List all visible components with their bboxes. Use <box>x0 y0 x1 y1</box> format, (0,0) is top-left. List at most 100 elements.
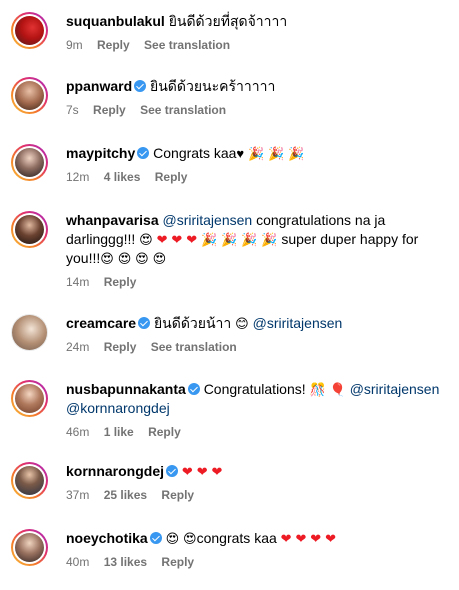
comment-text: suquanbulakul ยินดีด้วยที่สุดจ้าาาา <box>66 12 445 31</box>
red-heart-icon: ❤ <box>156 232 168 247</box>
mention-link[interactable]: @sriritajensen <box>350 381 440 397</box>
avatar[interactable] <box>11 314 48 351</box>
heart-eyes-icon: 😍 <box>100 251 114 266</box>
reply-button[interactable]: Reply <box>148 425 181 439</box>
likes-count[interactable]: 1 like <box>104 425 134 439</box>
timestamp: 9m <box>66 38 83 52</box>
party-popper-icon: 🎉 <box>241 232 258 247</box>
timestamp: 46m <box>66 425 90 439</box>
comment-meta: 7s Reply See translation <box>66 102 445 118</box>
verified-badge-icon <box>187 383 200 395</box>
avatar[interactable] <box>11 211 48 248</box>
timestamp: 12m <box>66 170 90 184</box>
username[interactable]: suquanbulakul <box>66 13 165 29</box>
avatar[interactable] <box>11 77 48 114</box>
reply-button[interactable]: Reply <box>93 103 126 117</box>
comment-body: Congratulations! <box>203 381 306 397</box>
username[interactable]: ppanward <box>66 78 132 94</box>
reply-button[interactable]: Reply <box>161 555 194 569</box>
heart-eyes-icon: 😍 <box>135 251 149 266</box>
comment-text: kornnarongdej ❤ ❤ ❤ <box>66 462 445 481</box>
comment-body: ยินดีด้วยน้าา <box>153 315 232 331</box>
red-heart-icon: ❤ <box>171 232 183 247</box>
verified-badge-icon <box>149 532 162 544</box>
party-popper-icon: 🎉 <box>268 146 285 161</box>
mention-link[interactable]: @sriritajensen <box>253 315 343 331</box>
username[interactable]: nusbapunnakanta <box>66 381 186 397</box>
heart-eyes-icon: 😍 <box>152 251 167 266</box>
likes-count[interactable]: 4 likes <box>104 170 141 184</box>
comment-body: congrats kaa <box>196 530 277 546</box>
verified-badge-icon <box>166 465 179 477</box>
timestamp: 40m <box>66 555 90 569</box>
comment-text: noeychotika 😍 😍congrats kaa ❤ ❤ ❤ ❤ <box>66 529 445 548</box>
see-translation-button[interactable]: See translation <box>144 38 230 52</box>
heart-eyes-icon: 😍 <box>117 251 132 266</box>
timestamp: 37m <box>66 488 90 502</box>
timestamp: 14m <box>66 275 90 289</box>
smiling-face-icon: 😊 <box>235 316 249 331</box>
see-translation-button[interactable]: See translation <box>140 103 226 117</box>
reply-button[interactable]: Reply <box>104 275 137 289</box>
comment-meta: 46m 1 like Reply <box>66 424 445 440</box>
heart-eyes-icon: 😍 <box>139 232 153 247</box>
avatar[interactable] <box>11 529 48 566</box>
comment-meta: 9m Reply See translation <box>66 37 445 53</box>
avatar[interactable] <box>11 462 48 499</box>
red-heart-icon: ❤ <box>181 464 193 479</box>
avatar[interactable] <box>11 380 48 417</box>
username[interactable]: whanpavarisa <box>66 212 159 228</box>
avatar[interactable] <box>11 12 48 49</box>
comment-text: whanpavarisa @sriritajensen congratulati… <box>66 211 445 268</box>
red-heart-icon: ❤ <box>310 531 322 546</box>
comment-meta: 37m 25 likes Reply <box>66 487 445 503</box>
likes-count[interactable]: 13 likes <box>104 555 147 569</box>
comment-list: suquanbulakul ยินดีด้วยที่สุดจ้าาาา 9m R… <box>0 0 459 590</box>
username[interactable]: kornnarongdej <box>66 463 164 479</box>
party-popper-icon: 🎉 <box>261 232 278 247</box>
comment-text: nusbapunnakanta Congratulations! 🎊 🎈 @sr… <box>66 380 445 418</box>
likes-count[interactable]: 25 likes <box>104 488 147 502</box>
red-heart-icon: ❤ <box>295 531 307 546</box>
party-popper-icon: 🎉 <box>201 232 218 247</box>
username[interactable]: maypitchy <box>66 145 135 161</box>
red-heart-icon: ❤ <box>211 464 223 479</box>
heart-eyes-icon: 😍 <box>165 531 180 546</box>
party-popper-icon: 🎉 <box>288 146 305 161</box>
comment-body: ยินดีด้วยที่สุดจ้าาาา <box>168 13 288 29</box>
verified-badge-icon <box>138 317 151 329</box>
balloon-icon: 🎈 <box>329 382 346 397</box>
mention-link[interactable]: @kornnarongdej <box>66 400 170 416</box>
reply-button[interactable]: Reply <box>155 170 188 184</box>
comment-body: ยินดีด้วยนะคร้าาาาา <box>150 78 276 94</box>
comment-meta: 12m 4 likes Reply <box>66 169 445 185</box>
verified-badge-icon <box>137 147 150 159</box>
party-popper-icon: 🎉 <box>221 232 238 247</box>
comment-meta: 14m Reply <box>66 274 445 290</box>
username[interactable]: creamcare <box>66 315 136 331</box>
mention-link[interactable]: @sriritajensen <box>163 212 253 228</box>
red-heart-icon: ❤ <box>280 531 292 546</box>
see-translation-button[interactable]: See translation <box>151 340 237 354</box>
comment-meta: 24m Reply See translation <box>66 339 445 355</box>
comment-text: maypitchy Congrats kaa♥ 🎉 🎉 🎉 <box>66 144 445 163</box>
avatar[interactable] <box>11 144 48 181</box>
reply-button[interactable]: Reply <box>161 488 194 502</box>
party-popper-icon: 🎉 <box>248 146 265 161</box>
reply-button[interactable]: Reply <box>97 38 130 52</box>
heart-eyes-icon: 😍 <box>183 531 197 546</box>
comment-text: creamcare ยินดีด้วยน้าา 😊 @sriritajensen <box>66 314 445 333</box>
username[interactable]: noeychotika <box>66 530 148 546</box>
comment-body: Congrats kaa <box>153 145 237 161</box>
confetti-ball-icon: 🎊 <box>309 382 326 397</box>
red-heart-icon: ❤ <box>196 464 208 479</box>
verified-badge-icon <box>134 80 147 92</box>
timestamp: 24m <box>66 340 90 354</box>
comment-text: ppanward ยินดีด้วยนะคร้าาาาา <box>66 77 445 96</box>
red-heart-icon: ❤ <box>325 531 336 546</box>
red-heart-icon: ❤ <box>186 232 198 247</box>
comment-meta: 40m 13 likes Reply <box>66 554 445 570</box>
reply-button[interactable]: Reply <box>104 340 137 354</box>
timestamp: 7s <box>66 103 79 117</box>
black-heart-icon: ♥ <box>236 146 245 161</box>
